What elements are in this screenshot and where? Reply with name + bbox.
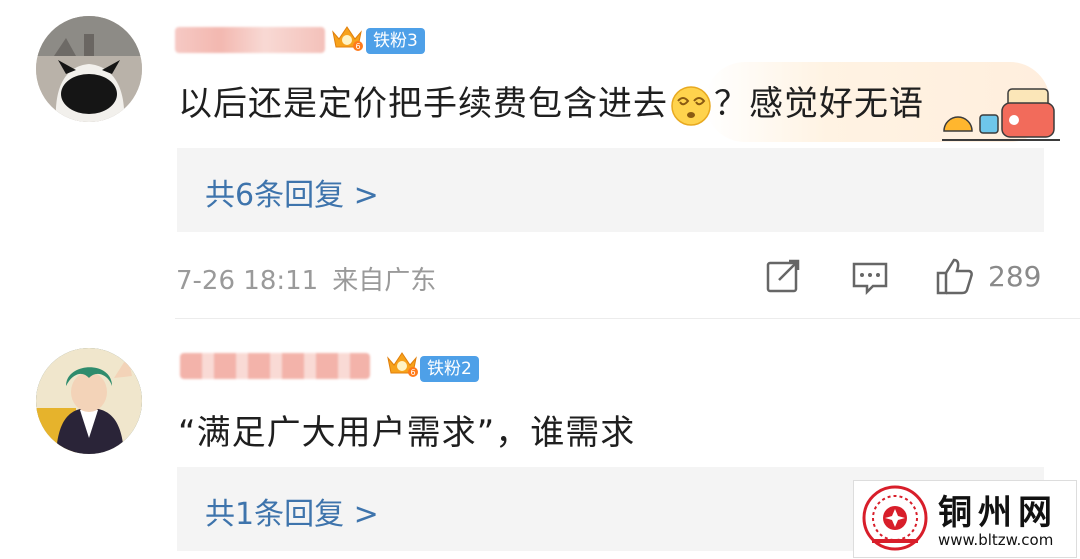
svg-text:6: 6: [410, 368, 415, 377]
avatar[interactable]: [36, 16, 142, 122]
thumbs-up-icon[interactable]: [935, 256, 975, 296]
view-replies-link[interactable]: 共6条回复 >: [205, 170, 379, 214]
comment-text: “满足广大用户需求”，谁需求: [178, 413, 636, 453]
reply-preview-box[interactable]: 共6条回复 >: [177, 148, 1044, 232]
comment-icon[interactable]: [851, 256, 889, 296]
comment-location: 来自广东: [332, 266, 437, 296]
fan-crown-icon: 6: [330, 22, 364, 52]
breakfast-decoration-icon: [942, 85, 1060, 145]
username-blurred[interactable]: [175, 27, 325, 53]
fan-level-badge: 铁粉2: [420, 356, 479, 382]
avatar[interactable]: [36, 348, 142, 454]
comment-text: 以后还是定价把手续费包含进去 ？感觉好无语: [178, 76, 924, 127]
comment-date: 7-26 18:11: [176, 266, 319, 296]
view-replies-link[interactable]: 共1条回复 >: [205, 489, 379, 533]
comment-text-part: ？感觉好无语: [714, 84, 924, 124]
dizzy-face-emoji: [670, 85, 712, 127]
comment-divider: [175, 318, 1080, 319]
comment-text-part: 以后还是定价把手续费包含进去: [178, 84, 668, 124]
watermark-url: www.bltzw.com: [938, 531, 1054, 549]
watermark-logo-icon: [862, 485, 928, 551]
username-blurred[interactable]: [180, 353, 370, 379]
like-count: 289: [988, 260, 1042, 293]
site-watermark: 铜州网 www.bltzw.com: [853, 480, 1077, 558]
fan-level-badge: 铁粉3: [366, 28, 425, 54]
comment-meta: 7-26 18:11 来自广东: [176, 260, 450, 297]
fan-crown-icon: 6: [385, 348, 419, 378]
share-icon[interactable]: [765, 256, 803, 296]
comment-item: 6 铁粉3 以后还是定价把手续费包含进去 ？感觉好无语 共6条回复 > 7-26…: [0, 0, 1080, 318]
watermark-site-name: 铜州网: [938, 493, 1058, 533]
svg-text:6: 6: [355, 42, 360, 51]
